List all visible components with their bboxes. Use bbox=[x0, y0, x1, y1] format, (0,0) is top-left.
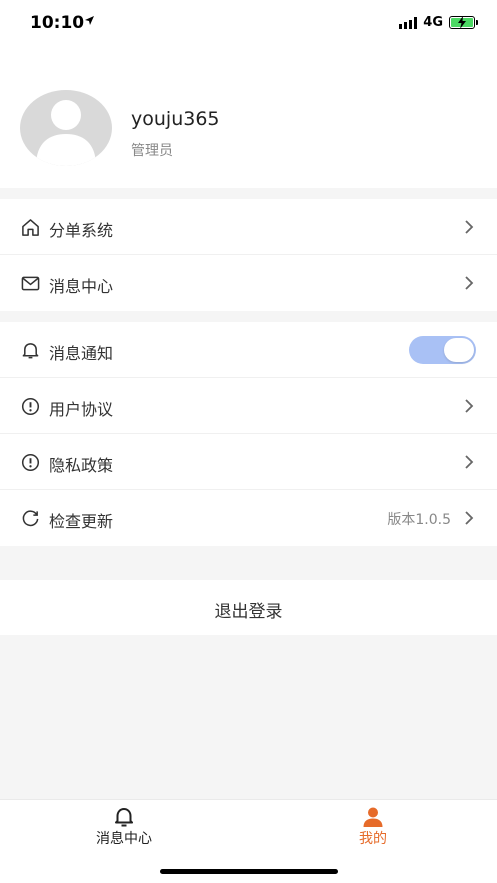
menu-item-label: 用户协议 bbox=[49, 400, 114, 419]
chevron-right-icon bbox=[465, 511, 474, 525]
status-indicators: 4G bbox=[399, 15, 478, 30]
person-icon bbox=[363, 807, 383, 827]
status-time: 10:10 bbox=[30, 13, 85, 33]
menu-group-primary: 分单系统 消息中心 bbox=[0, 199, 497, 311]
menu-item-label: 分单系统 bbox=[49, 221, 114, 240]
mail-icon bbox=[21, 276, 40, 291]
app-version: 版本1.0.5 bbox=[387, 512, 451, 528]
network-type: 4G bbox=[423, 15, 443, 30]
info-icon bbox=[21, 397, 40, 416]
menu-item-label: 检查更新 bbox=[49, 512, 114, 531]
tab-label: 我的 bbox=[359, 831, 387, 847]
logout-button[interactable]: 退出登录 bbox=[0, 580, 497, 635]
toggle-knob bbox=[444, 338, 474, 362]
menu-item-message-notification: 消息通知 bbox=[0, 322, 497, 378]
menu-item-privacy-policy[interactable]: 隐私政策 bbox=[0, 434, 497, 490]
user-role: 管理员 bbox=[131, 143, 173, 159]
profile-header: youju365 管理员 bbox=[0, 48, 497, 188]
tab-mine[interactable]: 我的 bbox=[323, 806, 423, 848]
menu-item-check-update[interactable]: 检查更新 版本1.0.5 bbox=[0, 490, 497, 546]
info-icon bbox=[21, 453, 40, 472]
chevron-right-icon bbox=[465, 220, 474, 234]
menu-item-label: 隐私政策 bbox=[49, 456, 114, 475]
chevron-right-icon bbox=[465, 276, 474, 290]
home-icon bbox=[22, 219, 39, 236]
chevron-right-icon bbox=[465, 455, 474, 469]
notification-toggle[interactable] bbox=[409, 336, 476, 364]
cellular-signal-icon bbox=[399, 16, 418, 29]
logout-label: 退出登录 bbox=[214, 602, 283, 622]
person-placeholder-icon bbox=[36, 100, 96, 166]
home-indicator bbox=[160, 869, 338, 874]
tab-message-center[interactable]: 消息中心 bbox=[74, 806, 174, 848]
avatar[interactable] bbox=[20, 90, 112, 166]
menu-item-message-center[interactable]: 消息中心 bbox=[0, 255, 497, 311]
bell-icon bbox=[22, 343, 39, 359]
refresh-icon bbox=[22, 510, 39, 527]
menu-item-user-agreement[interactable]: 用户协议 bbox=[0, 378, 497, 434]
username: youju365 bbox=[131, 108, 220, 130]
tab-label: 消息中心 bbox=[96, 831, 152, 847]
menu-group-settings: 消息通知 用户协议 隐私政策 检查更新 版本1.0.5 bbox=[0, 322, 497, 546]
menu-item-dispatch-system[interactable]: 分单系统 bbox=[0, 199, 497, 255]
status-bar: 10:10 4G bbox=[0, 0, 497, 48]
location-arrow-icon bbox=[85, 16, 94, 25]
bell-icon bbox=[115, 808, 133, 827]
menu-item-label: 消息中心 bbox=[49, 277, 114, 296]
battery-icon bbox=[449, 16, 478, 29]
chevron-right-icon bbox=[465, 399, 474, 413]
menu-item-label: 消息通知 bbox=[49, 344, 114, 363]
